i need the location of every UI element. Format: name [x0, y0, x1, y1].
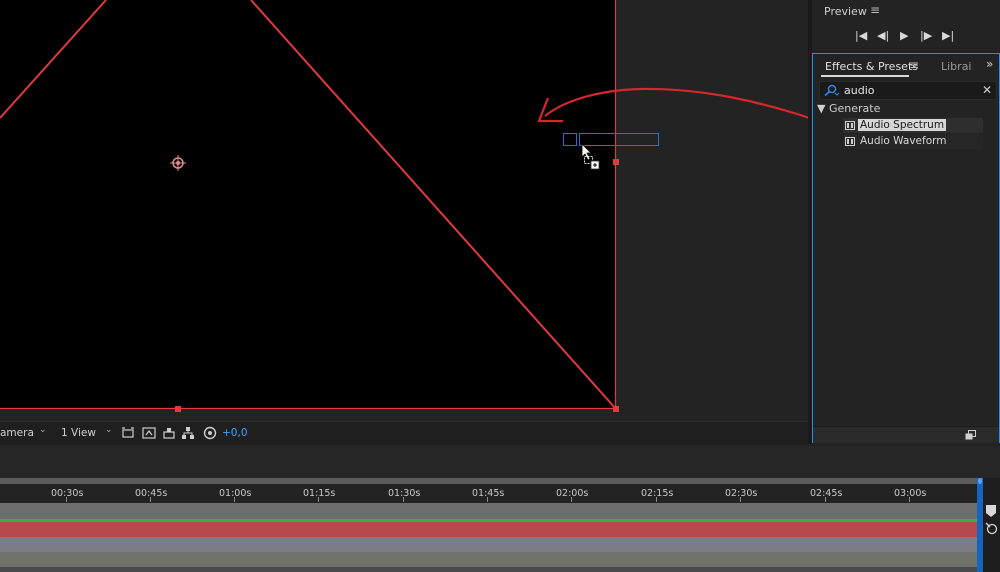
new-preset-icon[interactable] — [965, 430, 976, 440]
viewer-overlay — [0, 0, 834, 412]
ruler-label: 02:15s — [641, 488, 674, 499]
ruler-label: 01:00s — [219, 488, 252, 499]
effects-search-box[interactable]: ✕ — [819, 81, 997, 100]
ruler-label: 02:00s — [556, 488, 589, 499]
ruler-label: 00:45s — [135, 488, 168, 499]
preview-title[interactable]: Preview — [824, 5, 867, 18]
layer-bar[interactable] — [0, 503, 977, 519]
layer-handle-corner[interactable] — [613, 406, 619, 412]
ruler-label: 01:45s — [472, 488, 505, 499]
chevron-double-right-icon[interactable]: » — [986, 57, 993, 71]
active-tab-indicator — [821, 75, 909, 77]
viewer-toolbar: amera ⌄ 1 View ⌄ +0,0 — [0, 421, 808, 445]
ruler-label: 00:30s — [51, 488, 84, 499]
layer-handle-bottom[interactable] — [175, 406, 181, 412]
composition-viewer[interactable] — [0, 0, 834, 421]
ruler-label: 01:15s — [303, 488, 336, 499]
mask-path-right-edge[interactable] — [250, 0, 617, 410]
search-icon[interactable] — [823, 84, 839, 97]
hamburger-icon[interactable]: ≡ — [909, 58, 919, 72]
layer-handle-right[interactable] — [613, 159, 619, 165]
exposure-value[interactable]: +0,0 — [222, 427, 248, 439]
step-forward-icon[interactable]: |▶ — [920, 29, 932, 42]
snapshot-icon[interactable] — [142, 426, 156, 440]
annotation-arrow — [544, 87, 834, 128]
timeline-header-strip — [0, 446, 1000, 478]
skip-to-start-icon[interactable]: |◀ — [855, 29, 867, 42]
effects-group-generate[interactable]: ▼ Generate — [817, 102, 880, 115]
hamburger-icon[interactable]: ≡ — [870, 3, 880, 17]
close-icon[interactable]: ✕ — [982, 83, 992, 97]
camera-select[interactable]: amera — [0, 427, 34, 439]
anchor-point-icon[interactable] — [170, 155, 186, 171]
search-input[interactable] — [844, 82, 974, 99]
tab-effects-presets[interactable]: Effects & Presets — [825, 60, 918, 73]
effects-presets-panel: Effects & Presets ≡ Librai » ✕ ▼ Generat… — [812, 53, 1000, 443]
drag-ghost-label-box — [579, 133, 659, 146]
flowchart-icon[interactable] — [181, 426, 195, 440]
annotation-arrowhead — [537, 97, 563, 123]
disclosure-triangle-icon[interactable]: ▼ — [817, 102, 825, 115]
work-area-end-handle[interactable] — [978, 478, 982, 484]
preview-panel: Preview ≡ |◀ ◀| ▶ |▶ ▶| — [812, 0, 1000, 52]
effects-group-label: Generate — [828, 102, 881, 115]
play-icon[interactable]: ▶ — [900, 29, 908, 42]
tab-libraries[interactable]: Librai — [941, 60, 972, 73]
effect-item-audio-spectrum[interactable]: Audio Spectrum — [843, 118, 983, 133]
layer-bar[interactable] — [0, 537, 977, 552]
timeline-side-controls — [983, 478, 1000, 572]
layer-bar[interactable] — [0, 567, 977, 572]
ruler-label: 03:00s — [894, 488, 927, 499]
mask-path[interactable] — [0, 0, 107, 119]
comp-marker-add-icon[interactable] — [985, 522, 998, 535]
ruler-label: 02:45s — [810, 488, 843, 499]
exposure-reset-icon[interactable] — [203, 426, 217, 440]
layer-bar[interactable] — [0, 552, 977, 567]
chevron-down-icon[interactable]: ⌄ — [105, 425, 113, 435]
mouse-cursor-icon — [581, 143, 600, 170]
skip-to-end-icon[interactable]: ▶| — [942, 29, 954, 42]
marker-icon[interactable] — [985, 504, 997, 518]
show-snapshot-icon[interactable] — [162, 426, 176, 440]
layer-bar[interactable] — [0, 522, 977, 537]
effect-icon — [845, 121, 855, 130]
effect-item-label: Audio Waveform — [860, 135, 947, 147]
ruler-label: 02:30s — [725, 488, 758, 499]
chevron-down-icon[interactable]: ⌄ — [39, 425, 47, 435]
toggle-view-options-icon[interactable] — [121, 426, 135, 440]
ruler-label: 01:30s — [388, 488, 421, 499]
effect-item-label: Audio Spectrum — [858, 119, 947, 131]
drag-ghost-icon-box — [563, 133, 577, 146]
effects-panel-footer — [813, 426, 999, 443]
step-back-icon[interactable]: ◀| — [877, 29, 889, 42]
effect-icon — [845, 137, 855, 146]
effect-item-audio-waveform[interactable]: Audio Waveform — [843, 134, 983, 149]
view-layout-select[interactable]: 1 View — [61, 427, 96, 439]
